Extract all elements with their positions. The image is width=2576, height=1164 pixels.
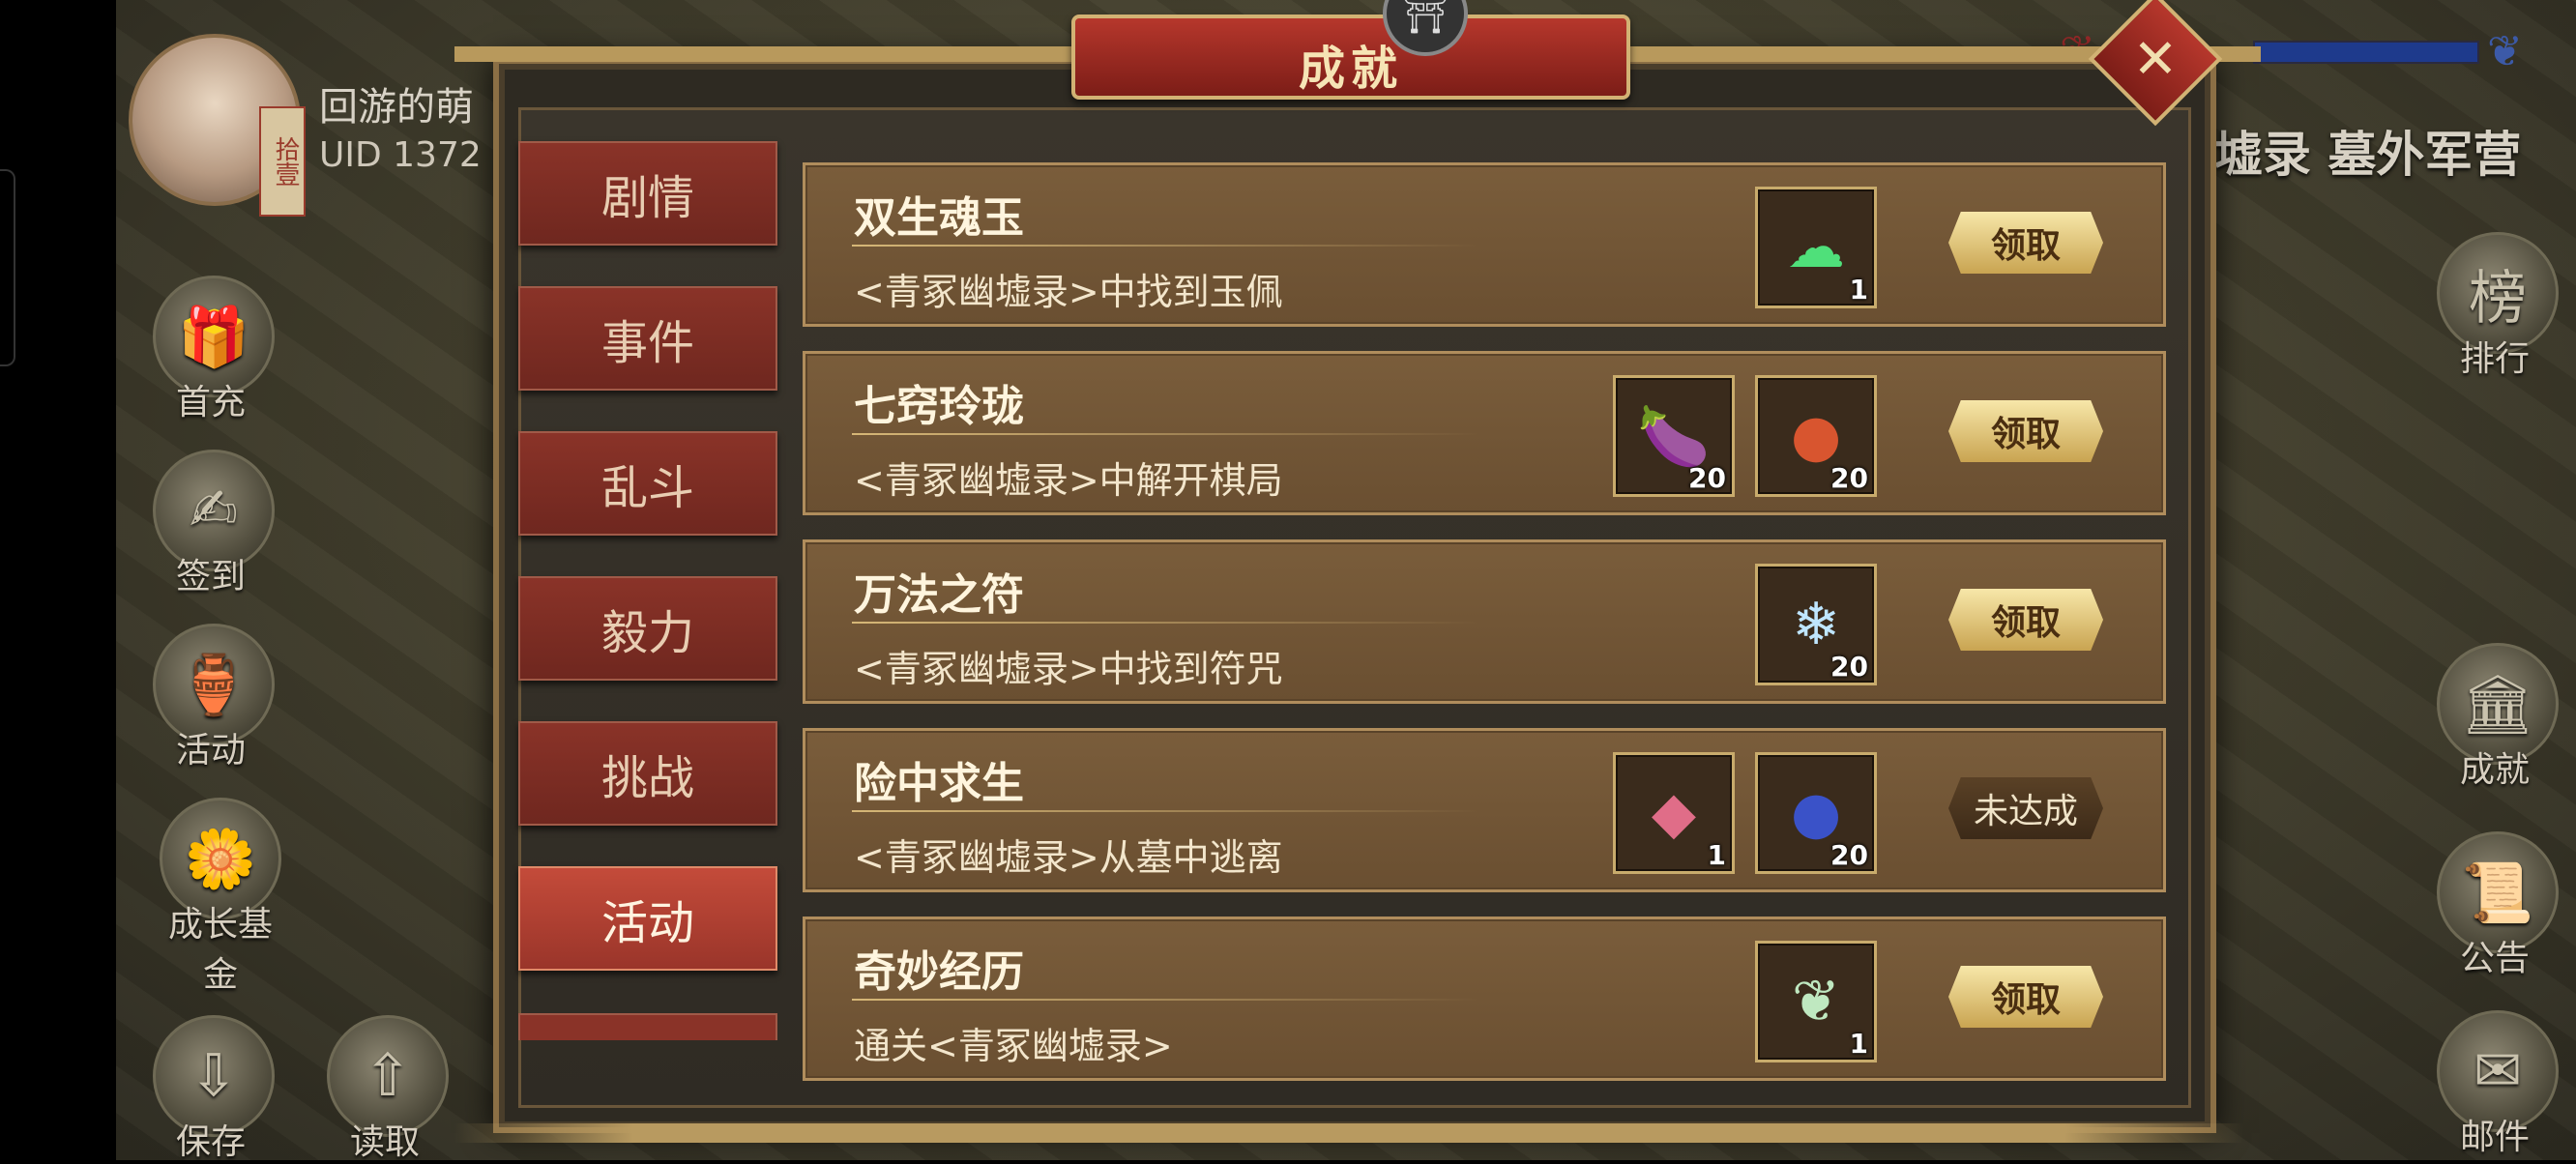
reward-item[interactable]: ❦ 1 [1755,941,1877,1062]
blue-bird-icon: ❦ [2487,27,2523,76]
tab-story[interactable]: 剧情 [518,141,777,246]
achievement-row: 万法之符 <青冢幽墟录>中找到符咒 ❄ 20 领取 [803,539,2166,704]
panel-title: 成就 [1298,42,1403,96]
achievement-desc: <青冢幽墟录>从墓中逃离 [854,836,1283,879]
reward-item[interactable]: ● 20 [1755,752,1877,874]
reward-item[interactable]: 🍆 20 [1613,375,1735,497]
achievement-row: 七窍玲珑 <青冢幽墟录>中解开棋局 🍆 20 ● 20 领取 [803,351,2166,515]
growth-fund-button[interactable]: 🌼 成长基金 [153,798,288,997]
title-wing-left [454,46,1073,62]
not-achieved-button: 未达成 [1948,777,2103,839]
tab-activity[interactable]: 活动 [518,866,777,971]
reward-count: 20 [1830,839,1868,871]
reward-count: 20 [1830,651,1868,683]
screen-edge-handle [0,169,15,366]
achievement-row: 双生魂玉 <青冢幽墟录>中找到玉佩 ☁ 1 领取 [803,162,2166,327]
achievement-desc: <青冢幽墟录>中找到玉佩 [854,271,1283,313]
claim-button[interactable]: 领取 [1948,589,2103,651]
location-title: 墟录 墓外军营 [2214,127,2522,183]
row-divider [852,810,1480,812]
event-label: 活动 [175,731,246,771]
close-icon: ✕ [2132,27,2179,91]
mail-button[interactable]: ✉ 邮件 [2437,1010,2559,1159]
notice-label: 公告 [2459,939,2530,978]
reward-item[interactable]: ☁ 1 [1755,187,1877,308]
tab-event[interactable]: 事件 [518,286,777,391]
player-uid: UID 1372 [319,135,482,175]
row-divider [852,433,1480,435]
ranking-button[interactable]: 榜 排行 [2437,232,2559,381]
load-label: 读取 [349,1122,420,1162]
row-divider [852,245,1480,247]
sign-in-button[interactable]: ✍ 签到 [153,450,275,598]
tab-brawl[interactable]: 乱斗 [518,431,777,536]
achievement-label: 成就 [2459,750,2530,790]
mail-label: 邮件 [2459,1118,2530,1157]
ranking-label: 排行 [2459,339,2530,379]
reward-count: 1 [1849,1028,1868,1060]
player-name: 回游的萌 [319,85,474,130]
notice-button[interactable]: 📜 公告 [2437,831,2559,980]
event-button[interactable]: 🏺 活动 [153,624,275,772]
sign-in-label: 签到 [175,557,246,597]
achievement-button[interactable]: 🏛 成就 [2437,643,2559,792]
first-recharge-label: 首充 [175,383,246,422]
reward-item[interactable]: ❄ 20 [1755,564,1877,685]
achievement-row: 险中求生 <青冢幽墟录>从墓中逃离 ◆ 1 ● 20 未达成 [803,728,2166,892]
save-label: 保存 [175,1122,246,1162]
row-divider [852,999,1480,1001]
achievement-name: 七窍玲珑 [854,382,1024,431]
achievement-desc: <青冢幽墟录>中解开棋局 [854,459,1283,502]
panel-title-banner: 成就 [1071,15,1630,100]
panel-bottom-ornament [454,1123,2243,1143]
claim-button[interactable]: 领取 [1948,400,2103,462]
growth-fund-label: 成长基金 [167,905,273,995]
claim-button[interactable]: 领取 [1948,966,2103,1028]
save-button[interactable]: ⇩ 保存 [153,1015,275,1164]
achievement-name: 万法之符 [854,570,1024,620]
load-button[interactable]: ⇧ 读取 [327,1015,449,1164]
progress-bar [2253,41,2479,64]
reward-item[interactable]: ◆ 1 [1613,752,1735,874]
tab-more[interactable] [518,1013,777,1040]
achievement-row: 奇妙经历 通关<青冢幽墟录> ❦ 1 领取 [803,917,2166,1081]
reward-count: 1 [1707,839,1726,871]
achievement-desc: <青冢幽墟录>中找到符咒 [854,648,1283,690]
achievement-name: 双生魂玉 [854,193,1024,243]
achievement-name: 奇妙经历 [854,947,1024,997]
first-recharge-button[interactable]: 🎁 首充 [153,276,275,424]
claim-button[interactable]: 领取 [1948,212,2103,274]
tab-challenge[interactable]: 挑战 [518,721,777,826]
reward-count: 1 [1849,274,1868,306]
row-divider [852,622,1480,624]
avatar-tag: 拾壹 [259,106,306,217]
achievement-name: 险中求生 [854,759,1024,808]
achievement-desc: 通关<青冢幽墟录> [854,1025,1173,1067]
reward-count: 20 [1830,462,1868,494]
reward-count: 20 [1688,462,1726,494]
tab-perseverance[interactable]: 毅力 [518,576,777,681]
reward-item[interactable]: ● 20 [1755,375,1877,497]
